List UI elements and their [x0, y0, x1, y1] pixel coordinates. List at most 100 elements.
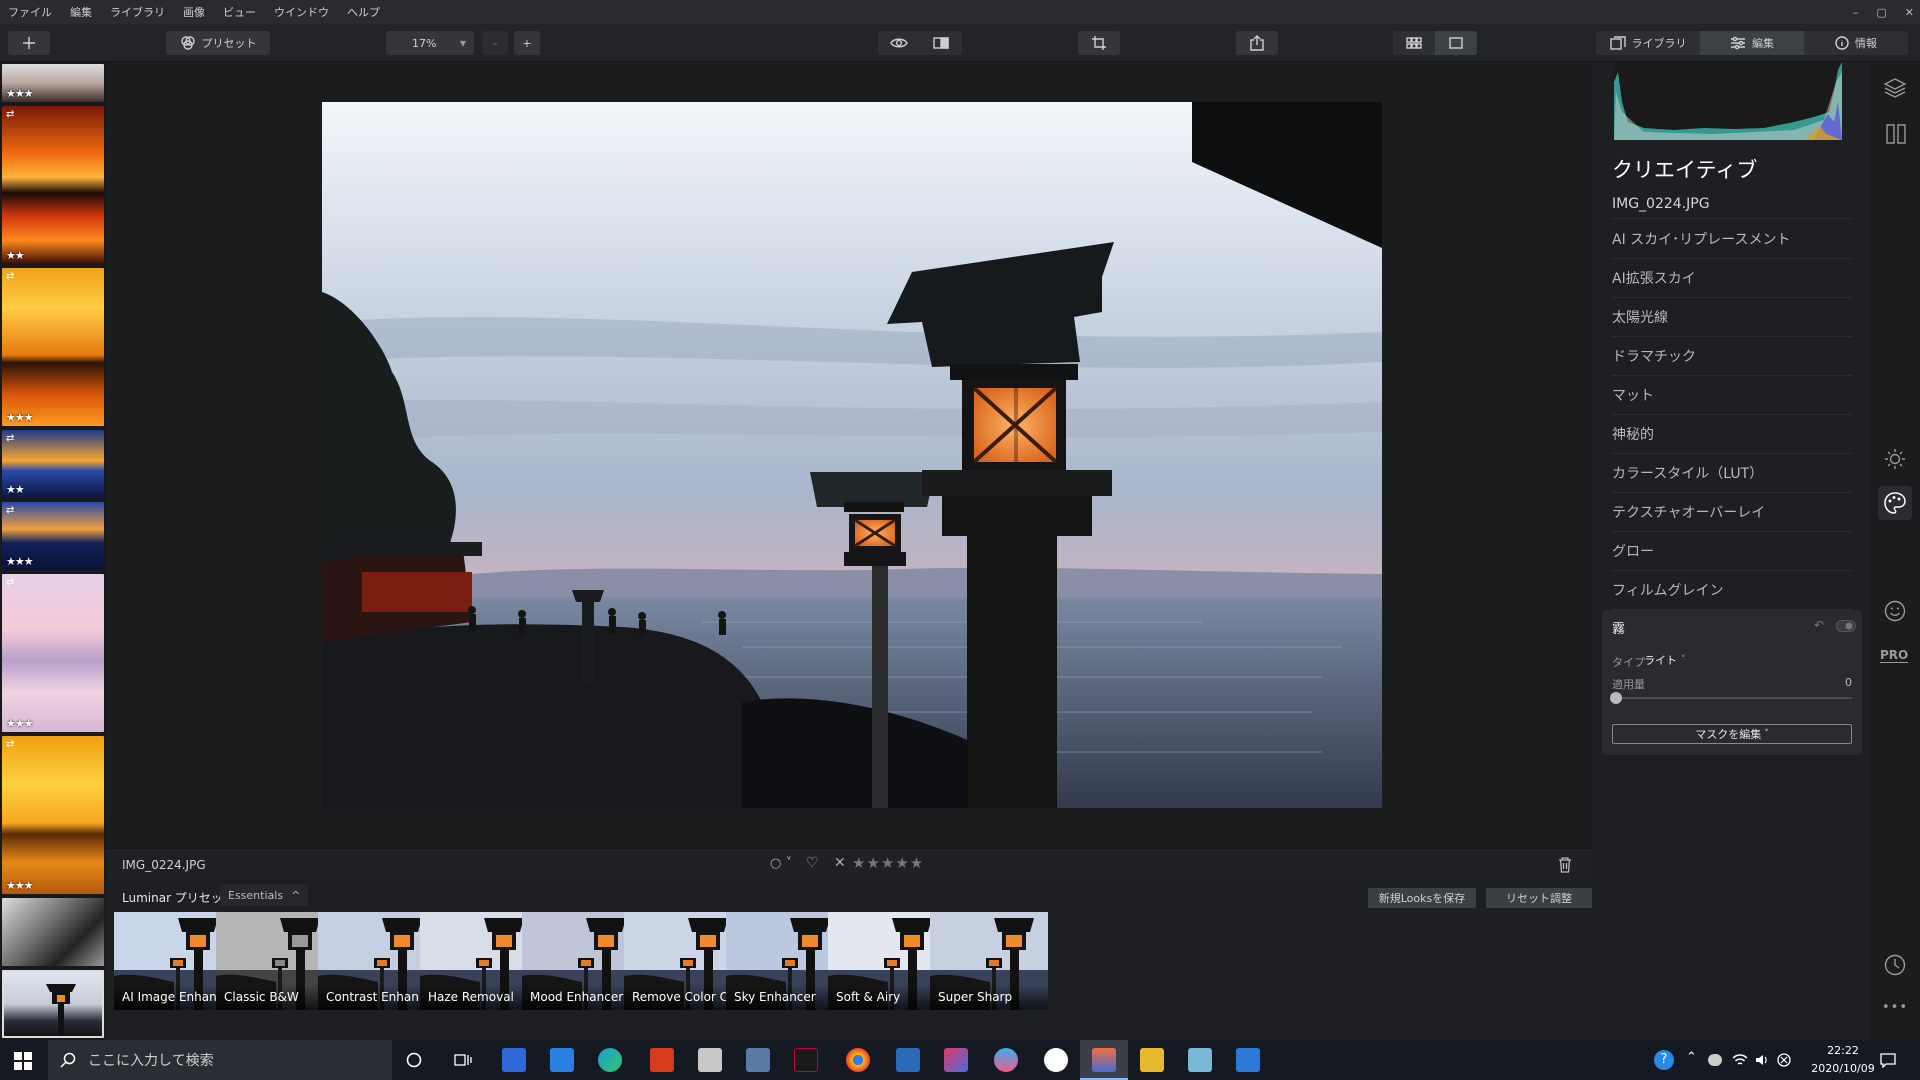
cortana-icon[interactable] [406, 1052, 422, 1068]
fog-amount-slider-handle[interactable] [1610, 692, 1622, 704]
portrait-smile-icon[interactable] [1884, 600, 1906, 622]
menu-file[interactable]: ファイル [0, 4, 61, 20]
fog-amount-slider-track[interactable] [1612, 697, 1852, 699]
task-view-icon[interactable] [454, 1052, 472, 1068]
clock-date[interactable]: 2020/10/09 [1800, 1062, 1886, 1075]
compare-button[interactable] [920, 31, 962, 55]
menu-image[interactable]: 画像 [174, 4, 214, 20]
app-icon[interactable] [944, 1048, 968, 1072]
app-icon[interactable] [994, 1048, 1018, 1072]
tool-item[interactable]: フィルムグレイン [1612, 571, 1852, 610]
app-icon[interactable] [1044, 1048, 1068, 1072]
edit-mask-button[interactable]: マスクを編集 ˅ [1612, 724, 1852, 744]
zoom-in-button[interactable]: + [514, 31, 540, 55]
app-icon[interactable] [1188, 1048, 1212, 1072]
menu-view[interactable]: ビュー [214, 4, 265, 20]
tray-expand-icon[interactable]: ⌃ [1686, 1050, 1697, 1065]
add-photos-button[interactable] [8, 31, 50, 55]
cloud-tray-icon[interactable] [1708, 1054, 1722, 1066]
menu-help[interactable]: ヘルプ [338, 4, 389, 20]
more-options-icon[interactable]: ••• [1882, 1000, 1908, 1015]
flag-select[interactable]: ○ ˅ [770, 856, 792, 871]
single-view-button[interactable] [1435, 31, 1477, 55]
zoom-select[interactable]: 17% ▼ [386, 31, 474, 55]
preset-thumbnail[interactable]: Remove Color C... [624, 912, 742, 1010]
save-look-button[interactable]: 新規Looksを保存 [1368, 888, 1476, 908]
office-app-icon[interactable] [650, 1048, 674, 1072]
filmstrip-thumb[interactable]: ★★★ [2, 64, 104, 102]
preset-collection-select[interactable]: Essentials ^ [220, 884, 309, 906]
preset-thumbnail[interactable]: Contrast Enhan... [318, 912, 436, 1010]
layers-icon[interactable] [1884, 78, 1906, 98]
luminar-taskbar-button[interactable] [1080, 1040, 1128, 1080]
tool-item[interactable]: カラースタイル（LUT） [1612, 454, 1852, 493]
volume-icon[interactable] [1754, 1052, 1770, 1068]
preset-thumbnail[interactable]: AI Image Enhan... [114, 912, 232, 1010]
preset-thumbnail[interactable]: Mood Enhancer [522, 912, 640, 1010]
grid-view-button[interactable] [1393, 31, 1435, 55]
history-clock-icon[interactable] [1884, 954, 1906, 976]
maximize-button[interactable]: ▢ [1876, 6, 1886, 19]
tab-library[interactable]: ライブラリ [1596, 31, 1700, 55]
tab-edit[interactable]: 編集 [1700, 31, 1804, 55]
windows-start-icon[interactable] [14, 1052, 32, 1070]
preset-thumbnail[interactable]: Super Sharp [930, 912, 1048, 1010]
menu-window[interactable]: ウインドウ [265, 4, 338, 20]
tool-item[interactable]: マット [1612, 376, 1852, 415]
preset-thumbnail[interactable]: Classic B&W [216, 912, 334, 1010]
mail-app-icon[interactable] [550, 1048, 574, 1072]
reject-icon[interactable]: ✕ [834, 855, 846, 871]
crop-button[interactable] [1078, 31, 1120, 55]
canvas-tools-icon[interactable] [1886, 124, 1906, 144]
filmstrip-thumb-selected[interactable] [2, 970, 104, 1038]
creative-category-button[interactable] [1878, 486, 1912, 520]
input-method-icon[interactable] [1776, 1052, 1792, 1068]
filmstrip-thumb[interactable] [2, 898, 104, 966]
file-explorer-icon[interactable] [1140, 1048, 1164, 1072]
tab-info[interactable]: 情報 [1804, 31, 1908, 55]
trash-icon[interactable] [1558, 857, 1572, 873]
preset-thumbnail[interactable]: Sky Enhancer [726, 912, 844, 1010]
filmstrip-thumb[interactable]: ⇄ ★★★ [2, 574, 104, 732]
filmstrip-thumb[interactable]: ⇄ ★★★ [2, 736, 104, 894]
clock-time[interactable]: 22:22 [1810, 1044, 1876, 1057]
app-icon[interactable] [896, 1048, 920, 1072]
help-icon[interactable]: ? [1654, 1050, 1674, 1070]
filmstrip-thumb[interactable]: ⇄ ★★ [2, 106, 104, 264]
pro-tools-label[interactable]: PRO [1880, 648, 1909, 663]
wifi-icon[interactable] [1732, 1052, 1748, 1068]
zoom-out-button[interactable]: – [482, 31, 508, 55]
filmstrip-thumb[interactable]: ⇄ ★★★ [2, 502, 104, 570]
visibility-toggle-icon[interactable] [1836, 620, 1856, 632]
main-photo[interactable] [322, 102, 1382, 808]
undo-icon[interactable]: ↶ [1814, 618, 1824, 632]
close-button[interactable]: ✕ [1905, 6, 1914, 19]
chrome-browser-icon[interactable] [846, 1048, 870, 1072]
app-icon[interactable] [794, 1048, 818, 1072]
tool-item[interactable]: テクスチャオーバーレイ [1612, 493, 1852, 532]
cloud-app-icon[interactable] [698, 1048, 722, 1072]
tool-item[interactable]: 神秘的 [1612, 415, 1852, 454]
tool-item[interactable]: 太陽光線 [1612, 298, 1852, 337]
filmstrip-thumb[interactable]: ⇄ ★★ [2, 430, 104, 498]
tool-item[interactable]: グロー [1612, 532, 1852, 571]
presets-button[interactable]: プリセット [166, 31, 270, 55]
menu-edit[interactable]: 編集 [61, 4, 101, 20]
edge-browser-icon[interactable] [598, 1048, 622, 1072]
preview-toggle-button[interactable] [878, 31, 920, 55]
preset-thumbnail[interactable]: Haze Removal [420, 912, 538, 1010]
minimize-button[interactable]: – [1853, 6, 1859, 19]
star-rating[interactable]: ★★★★★ [852, 854, 924, 872]
share-button[interactable] [1236, 31, 1278, 55]
preset-thumbnail[interactable]: Soft & Airy [828, 912, 946, 1010]
filmstrip-thumb[interactable]: ⇄ ★★★ [2, 268, 104, 426]
taskbar-search-box[interactable]: ここに入力して検索 [48, 1040, 392, 1080]
heart-icon[interactable]: ♡ [806, 855, 819, 871]
menu-library[interactable]: ライブラリ [101, 4, 174, 20]
tool-item[interactable]: AI スカイ･リプレースメント [1612, 220, 1852, 259]
tool-item[interactable]: AI拡張スカイ [1612, 259, 1852, 298]
store-app-icon[interactable] [502, 1048, 526, 1072]
reset-adjustments-button[interactable]: リセット調整 [1486, 888, 1592, 908]
essentials-sun-icon[interactable] [1884, 448, 1906, 470]
notification-icon[interactable] [1880, 1052, 1896, 1068]
